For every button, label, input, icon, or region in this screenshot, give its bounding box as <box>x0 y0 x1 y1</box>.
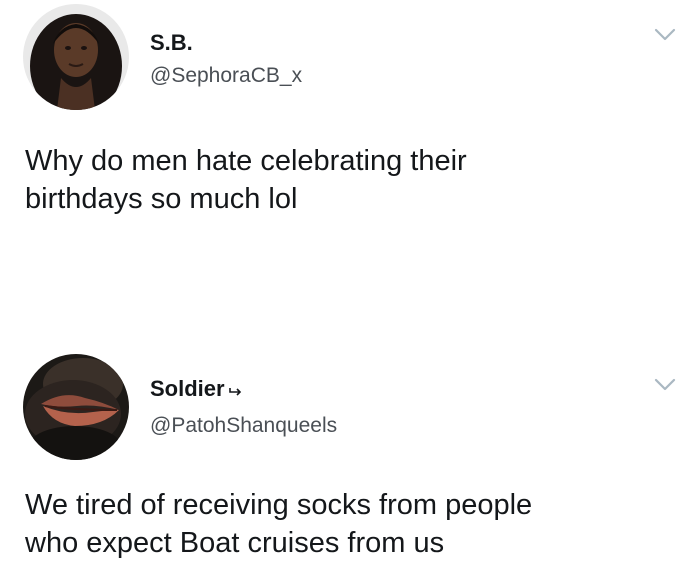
display-name[interactable]: Soldier <box>150 376 244 402</box>
profile-photo-lips-icon <box>23 354 129 460</box>
user-handle[interactable]: @SephoraCB_x <box>150 64 302 88</box>
tweet-text-line: birthdays so much lol <box>25 183 298 215</box>
arrow-icon <box>228 388 241 396</box>
tweet-text: Why do men hate celebrating their birthd… <box>25 142 675 218</box>
profile-photo-woman-icon <box>23 4 129 110</box>
avatar[interactable] <box>23 4 129 110</box>
tweet-text-line: Why do men hate celebrating their <box>25 145 467 177</box>
tweet-card: Soldier @PatohShanqueels We tired of rec… <box>0 340 700 584</box>
tweet-text-line: We tired of receiving socks from people <box>25 489 533 521</box>
tweet-card: S.B. @SephoraCB_x Why do men hate celebr… <box>0 0 700 300</box>
chevron-down-icon[interactable] <box>654 28 676 42</box>
chevron-down-icon[interactable] <box>654 378 676 392</box>
avatar[interactable] <box>23 354 129 460</box>
tweet-text: We tired of receiving socks from people … <box>25 486 675 562</box>
tweet-text-line: who expect Boat cruises from us <box>25 527 445 559</box>
display-name-text: Soldier <box>150 376 225 401</box>
display-name[interactable]: S.B. <box>150 30 193 56</box>
tweet-thread: S.B. @SephoraCB_x Why do men hate celebr… <box>0 0 700 584</box>
user-handle[interactable]: @PatohShanqueels <box>150 414 337 438</box>
